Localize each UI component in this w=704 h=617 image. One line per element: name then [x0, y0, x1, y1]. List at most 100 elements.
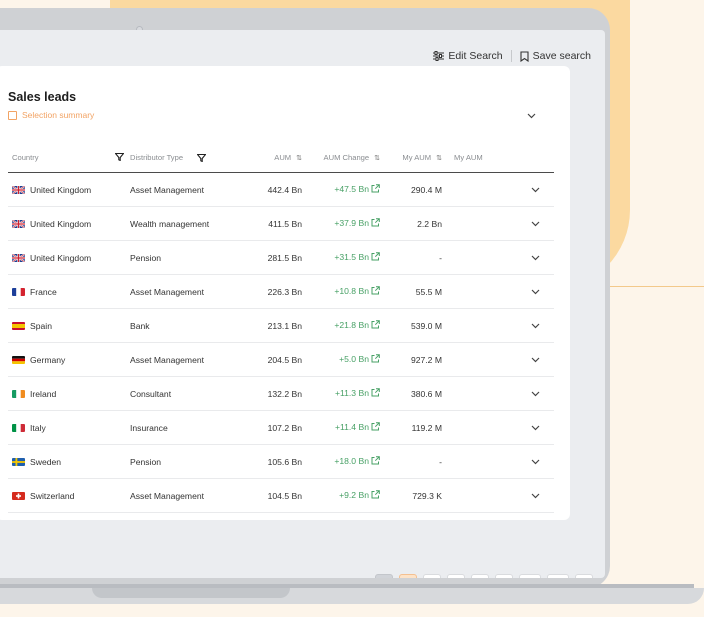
external-link-icon[interactable]	[371, 354, 380, 365]
expand-row-button[interactable]	[514, 206, 554, 241]
flag-uk-icon	[12, 220, 25, 229]
external-link-icon[interactable]	[371, 184, 380, 195]
next-page-button[interactable]	[575, 574, 593, 578]
page-2-button[interactable]: 2	[423, 574, 441, 578]
table-row[interactable]: United Kingdom Wealth management 411.5 Bn +…	[8, 206, 554, 241]
cell-aum: 213.1 Bn	[250, 308, 302, 343]
cell-country: Sweden	[8, 444, 130, 479]
flag-de-icon	[12, 356, 25, 365]
cell-my-aum: 927.2 M	[380, 342, 442, 377]
cell-my-aum-2	[442, 342, 514, 377]
header-aum[interactable]: AUM ⇅	[250, 142, 302, 173]
card-title: Sales leads	[8, 90, 77, 104]
edit-search-label: Edit Search	[448, 50, 503, 62]
prev-page-button[interactable]	[375, 574, 393, 578]
pagination: 1 2 3 4 5 ... 32	[375, 574, 593, 578]
app-screen: Edit Search Save search Sales leads Sele…	[0, 30, 605, 578]
cell-aum-change: +47.5 Bn	[302, 172, 380, 207]
summary-icon	[8, 110, 17, 120]
cell-distributor-type: Asset Management	[130, 172, 250, 207]
cell-distributor-type: Asset Management	[130, 478, 250, 513]
expand-row-button[interactable]	[514, 478, 554, 513]
table-row[interactable]: Italy Insurance 107.2 Bn +11.4 Bn 119.2 M	[8, 410, 554, 445]
expand-row-button[interactable]	[514, 410, 554, 445]
external-link-icon[interactable]	[371, 218, 380, 229]
cell-aum: 105.6 Bn	[250, 444, 302, 479]
external-link-icon[interactable]	[371, 422, 380, 433]
page-ellipsis: ...	[519, 574, 541, 578]
header-my-aum[interactable]: My AUM ⇅	[380, 142, 442, 173]
chevron-down-icon[interactable]	[527, 106, 536, 124]
page-4-button[interactable]: 4	[471, 574, 489, 578]
header-distributor-type[interactable]: Distributor Type	[130, 142, 250, 173]
sort-icon[interactable]: ⇅	[436, 155, 442, 162]
cell-my-aum: 290.4 M	[380, 172, 442, 207]
external-link-icon[interactable]	[371, 320, 380, 331]
page-1-button[interactable]: 1	[399, 574, 417, 578]
table-row[interactable]: Sweden Pension 105.6 Bn +18.0 Bn -	[8, 444, 554, 479]
table-row[interactable]: Ireland Consultant 132.2 Bn +11.3 Bn 380.6 M	[8, 376, 554, 411]
cell-aum-change: +31.5 Bn	[302, 240, 380, 275]
cell-aum-change: +5.0 Bn	[302, 342, 380, 377]
sort-icon[interactable]: ⇅	[374, 155, 380, 162]
save-search-label: Save search	[532, 50, 591, 62]
filter-icon[interactable]	[115, 153, 124, 161]
table-row[interactable]: Switzerland Asset Management 104.5 Bn +9.2 …	[8, 478, 554, 513]
chevron-down-icon	[531, 355, 540, 365]
cell-my-aum: 539.0 M	[380, 308, 442, 343]
table-row[interactable]: United Kingdom Pension 281.5 Bn +31.5 Bn -	[8, 240, 554, 275]
cell-country: France	[8, 274, 130, 309]
cell-aum: 104.5 Bn	[250, 478, 302, 513]
chevron-down-icon	[531, 287, 540, 297]
cell-distributor-type: Wealth management	[130, 206, 250, 241]
header-country[interactable]: Country	[8, 142, 130, 173]
table-row[interactable]: Spain Bank 213.1 Bn +21.8 Bn 539.0 M	[8, 308, 554, 343]
expand-row-button[interactable]	[514, 342, 554, 377]
table-row[interactable]: United Kingdom Asset Management 442.4 Bn +4…	[8, 172, 554, 207]
chevron-down-icon	[531, 253, 540, 263]
expand-row-button[interactable]	[514, 240, 554, 275]
flag-se-icon	[12, 458, 25, 467]
external-link-icon[interactable]	[371, 388, 380, 399]
sales-leads-table: Country Distributor Type AUM ⇅ AUM Change…	[8, 142, 554, 513]
flag-uk-icon	[12, 254, 25, 263]
page-32-button[interactable]: 32	[547, 574, 569, 578]
table-header: Country Distributor Type AUM ⇅ AUM Change…	[8, 142, 554, 173]
table-row[interactable]: Germany Asset Management 204.5 Bn +5.0 Bn 92…	[8, 342, 554, 377]
expand-row-button[interactable]	[514, 172, 554, 207]
sales-leads-card: Sales leads Selection summary Country Di…	[0, 66, 570, 520]
expand-row-button[interactable]	[514, 274, 554, 309]
edit-search-button[interactable]: Edit Search	[433, 50, 503, 62]
cell-country: Ireland	[8, 376, 130, 411]
sort-icon[interactable]: ⇅	[296, 155, 302, 162]
expand-row-button[interactable]	[514, 376, 554, 411]
expand-row-button[interactable]	[514, 444, 554, 479]
cell-my-aum-2	[442, 172, 514, 207]
header-aum-change[interactable]: AUM Change ⇅	[302, 142, 380, 173]
external-link-icon[interactable]	[371, 252, 380, 263]
page-3-button[interactable]: 3	[447, 574, 465, 578]
chevron-down-icon	[531, 457, 540, 467]
external-link-icon[interactable]	[371, 456, 380, 467]
cell-aum-change: +11.3 Bn	[302, 376, 380, 411]
table-row[interactable]: France Asset Management 226.3 Bn +10.8 Bn 55…	[8, 274, 554, 309]
chevron-down-icon	[531, 219, 540, 229]
cell-my-aum-2	[442, 410, 514, 445]
filter-icon[interactable]	[197, 153, 207, 162]
save-search-button[interactable]: Save search	[520, 50, 591, 62]
chevron-down-icon	[531, 389, 540, 399]
cell-my-aum: 55.5 M	[380, 274, 442, 309]
external-link-icon[interactable]	[371, 490, 380, 501]
cell-country: Switzerland	[8, 478, 130, 513]
laptop-notch	[92, 588, 290, 598]
cell-aum: 226.3 Bn	[250, 274, 302, 309]
top-actions: Edit Search Save search	[433, 50, 591, 62]
chevron-down-icon	[531, 423, 540, 433]
expand-row-button[interactable]	[514, 308, 554, 343]
cell-aum: 107.2 Bn	[250, 410, 302, 445]
page-5-button[interactable]: 5	[495, 574, 513, 578]
cell-my-aum-2	[442, 444, 514, 479]
selection-summary-link[interactable]: Selection summary	[8, 110, 94, 120]
external-link-icon[interactable]	[371, 286, 380, 297]
cell-my-aum: -	[380, 444, 442, 479]
